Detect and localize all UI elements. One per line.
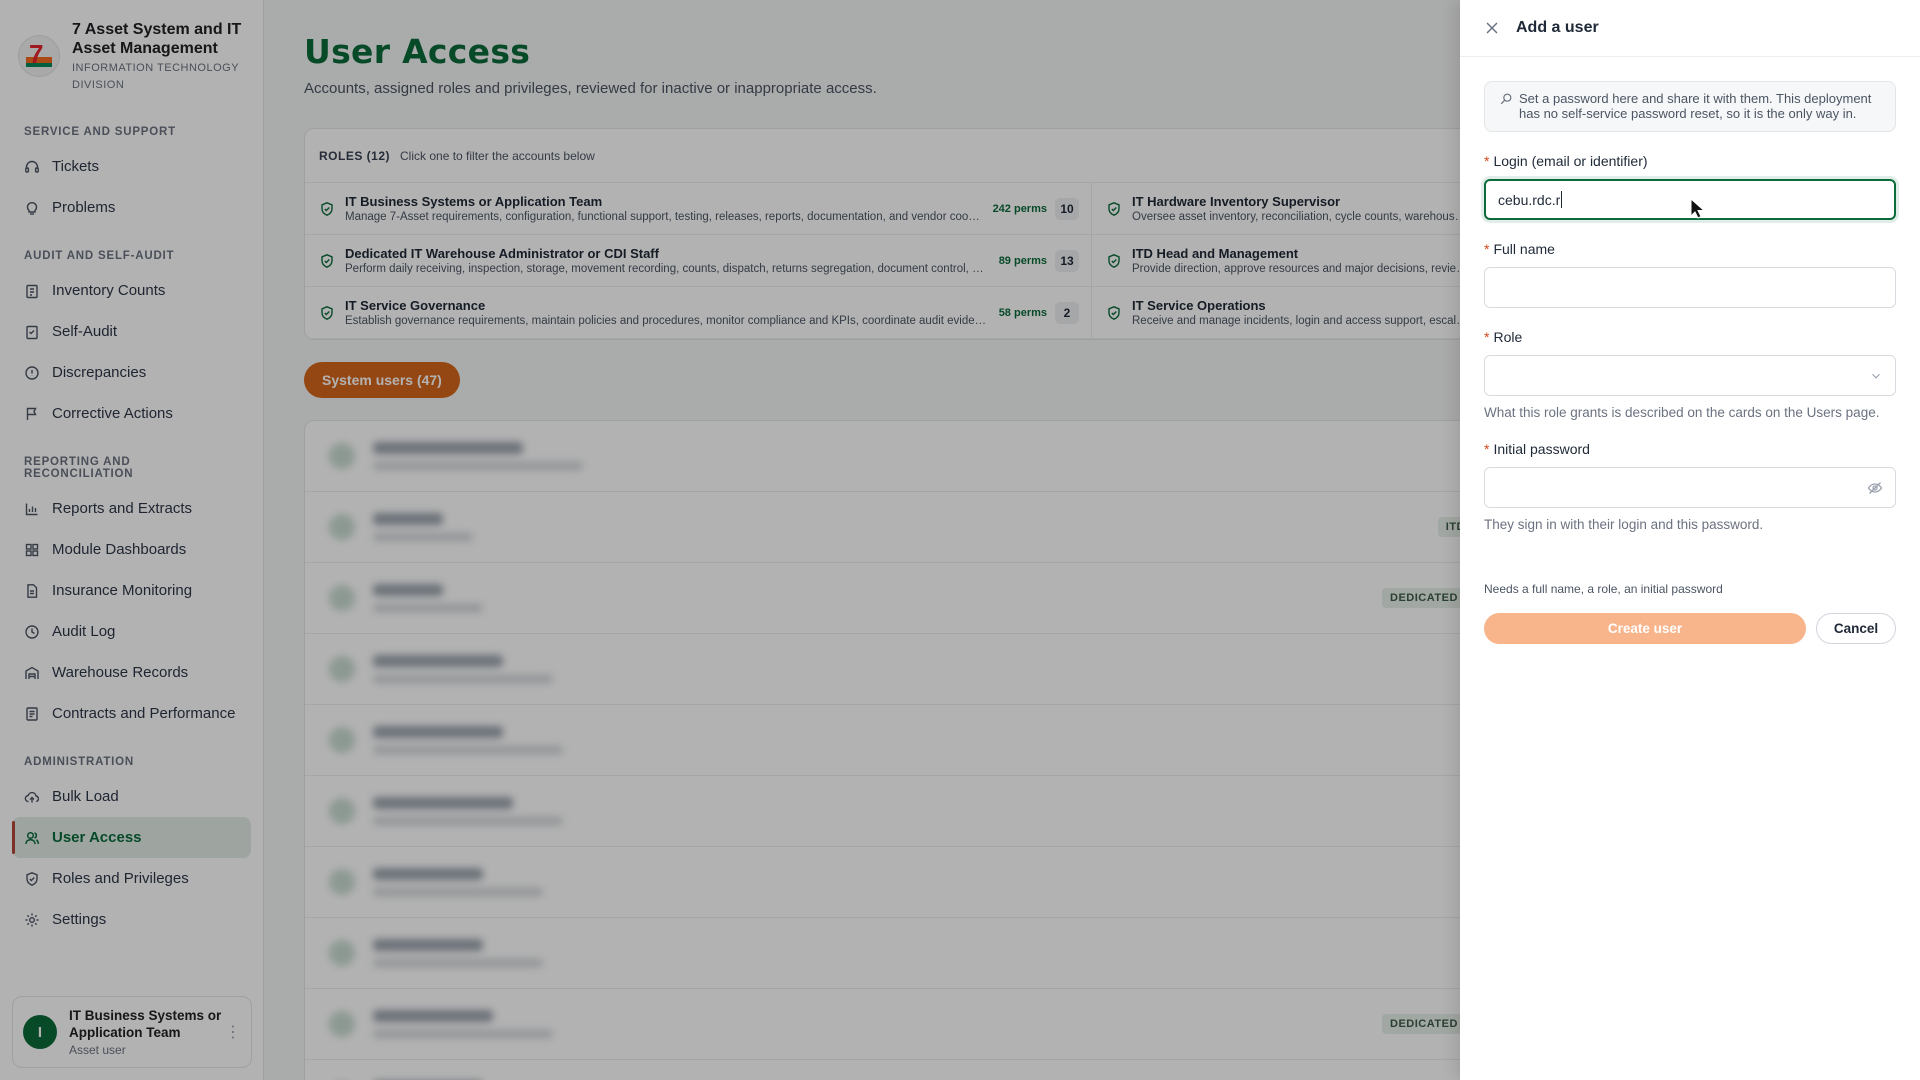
- role-select[interactable]: [1484, 355, 1896, 396]
- search-icon: [1500, 93, 1512, 105]
- role-field-group: * Role What this role grants is described…: [1484, 329, 1896, 420]
- role-help-text: What this role grants is described on th…: [1484, 405, 1880, 420]
- cancel-button[interactable]: Cancel: [1816, 613, 1896, 644]
- eye-off-icon[interactable]: [1867, 480, 1883, 496]
- chevron-down-icon: [1872, 373, 1880, 379]
- password-field-group: * Initial password They sign in with thei…: [1484, 441, 1896, 532]
- required-marker: *: [1484, 153, 1490, 169]
- required-marker: *: [1484, 329, 1490, 345]
- drawer-title: Add a user: [1516, 19, 1599, 36]
- close-icon[interactable]: [1484, 20, 1500, 36]
- requirements-hint: Needs a full name, a role, an initial pa…: [1484, 582, 1723, 596]
- create-user-button[interactable]: Create user: [1484, 613, 1806, 644]
- password-help-text: They sign in with their login and this p…: [1484, 517, 1764, 532]
- required-marker: *: [1484, 241, 1490, 257]
- mouse-cursor-icon: [1690, 198, 1706, 219]
- login-label: Login (email or identifier): [1493, 153, 1648, 169]
- login-value: cebu.rdc.r: [1498, 191, 1561, 208]
- info-callout: Set a password here and share it with th…: [1484, 81, 1896, 132]
- fullname-field-group: * Full name: [1484, 241, 1896, 308]
- info-text: Set a password here and share it with th…: [1519, 91, 1872, 121]
- password-label: Initial password: [1493, 441, 1590, 457]
- modal-backdrop[interactable]: [0, 0, 1460, 1080]
- fullname-input[interactable]: [1484, 267, 1896, 308]
- password-input[interactable]: [1484, 467, 1896, 508]
- required-marker: *: [1484, 441, 1490, 457]
- role-label: Role: [1493, 329, 1523, 345]
- add-user-drawer: Add a user Set a password here and share…: [1460, 0, 1920, 1080]
- fullname-label: Full name: [1493, 241, 1555, 257]
